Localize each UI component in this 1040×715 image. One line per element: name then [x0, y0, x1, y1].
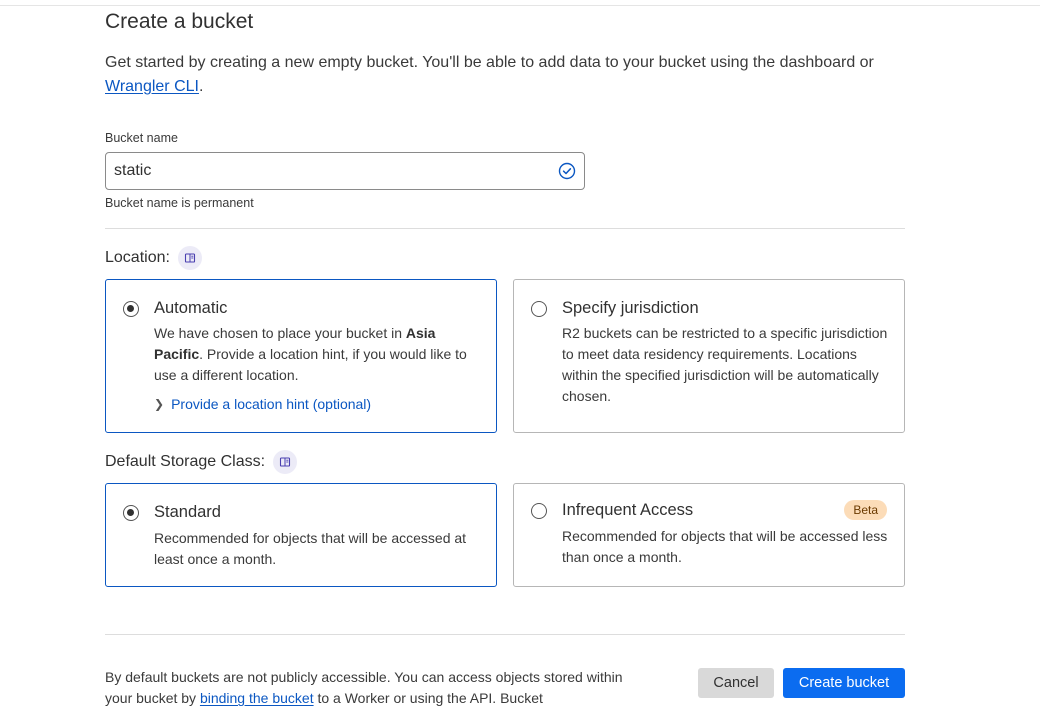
location-option-automatic[interactable]: Automatic We have chosen to place your b… — [105, 279, 497, 433]
storage-option-infrequent[interactable]: Infrequent Access Beta Recommended for o… — [513, 483, 905, 587]
infrequent-radio[interactable] — [531, 503, 547, 519]
storage-class-book-icon[interactable] — [273, 450, 298, 474]
bucket-name-field[interactable] — [105, 152, 585, 190]
intro-text: Get started by creating a new empty buck… — [105, 54, 874, 95]
automatic-radio[interactable] — [123, 301, 139, 317]
storage-class-label: Default Storage Class: — [105, 450, 298, 474]
top-divider — [0, 5, 1040, 6]
chevron-right-icon: ❯ — [154, 397, 165, 411]
binding-the-bucket-link[interactable]: binding the bucket — [200, 690, 314, 706]
section-divider — [105, 228, 905, 229]
book-icon — [184, 253, 195, 263]
jurisdiction-description: R2 buckets can be restricted to a specif… — [562, 325, 888, 404]
standard-title: Standard — [154, 503, 221, 521]
location-hint-link[interactable]: ❯ Provide a location hint (optional) — [154, 396, 371, 412]
jurisdiction-title: Specify jurisdiction — [562, 299, 699, 317]
location-option-jurisdiction[interactable]: Specify jurisdiction R2 buckets can be r… — [513, 279, 905, 433]
bucket-name-hint: Bucket name is permanent — [105, 196, 254, 210]
standard-radio[interactable] — [123, 505, 139, 521]
bucket-name-input[interactable] — [114, 153, 544, 189]
cancel-button[interactable]: Cancel — [698, 668, 774, 698]
location-book-icon[interactable] — [177, 246, 202, 270]
check-circle-icon — [558, 162, 576, 180]
create-bucket-button[interactable]: Create bucket — [783, 668, 905, 698]
infrequent-description: Recommended for objects that will be acc… — [562, 528, 888, 565]
standard-description: Recommended for objects that will be acc… — [154, 530, 467, 567]
wrangler-cli-link[interactable]: Wrangler CLI — [105, 78, 199, 95]
automatic-title: Automatic — [154, 299, 228, 317]
storage-option-standard[interactable]: Standard Recommended for objects that wi… — [105, 483, 497, 587]
bucket-name-label: Bucket name — [105, 131, 178, 145]
location-label: Location: — [105, 246, 202, 270]
footer-divider — [105, 634, 905, 635]
automatic-description: We have chosen to place your bucket in A… — [154, 325, 467, 383]
book-icon — [280, 457, 291, 467]
infrequent-title: Infrequent Access — [562, 501, 694, 519]
beta-badge: Beta — [844, 500, 887, 520]
page-title: Create a bucket — [105, 10, 254, 33]
jurisdiction-radio[interactable] — [531, 301, 547, 317]
footer-text: By default buckets are not publicly acce… — [105, 669, 623, 706]
